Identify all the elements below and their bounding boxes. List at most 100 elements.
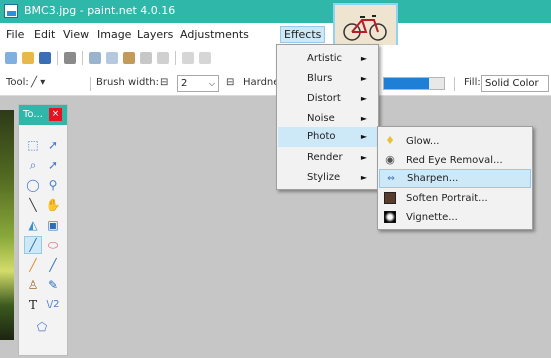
menu-file[interactable]: File [3,26,27,43]
tools-window-header[interactable]: To... × [19,105,67,125]
zoom-icon[interactable]: ⚲ [44,176,62,194]
menu-view[interactable]: View [60,26,92,43]
menu-adjustments[interactable]: Adjustments [177,26,252,43]
menu-item-label: Sharpen... [407,173,459,184]
options-separator [90,77,91,91]
menu-layers[interactable]: Layers [134,26,176,43]
submenu-arrow-icon: ► [360,114,367,123]
menu-item-label: Vignette... [406,212,458,223]
ellipse-select-icon[interactable]: ◯ [24,176,42,194]
submenu-arrow-icon: ► [360,132,367,141]
print-icon[interactable] [64,52,76,64]
save-icon[interactable] [39,52,51,64]
title-bar: BMC3.jpg - paint.net 4.0.16 [0,0,551,23]
pan-icon[interactable]: ✋ [44,196,62,214]
menu-item-label: Render [307,152,343,163]
undo-icon[interactable] [182,52,194,64]
image-thumbnail[interactable] [333,3,398,47]
submenu-arrow-icon: ► [360,54,367,63]
recolor-icon[interactable]: ✎ [44,276,62,294]
line-curve-icon[interactable]: \/2 [44,296,62,314]
tools-window: To... × ⬚ ➚ ⌕ ➚ ◯ ⚲ ╲ ✋ ◭ ▣ ╱ ⬭ ╱ ╱ ♙ ✎ … [18,104,68,356]
hardness-decrease-icon[interactable]: ⊟ [226,77,234,88]
menu-item-label: Stylize [307,172,341,183]
fill-label: Fill: [464,77,481,88]
app-icon [4,4,18,18]
vignette-icon [384,211,396,223]
effects-stylize[interactable]: Stylize ► [278,168,377,188]
move-selected-icon[interactable]: ➚ [44,156,62,174]
photo-glow[interactable]: ♦ Glow... [379,132,531,151]
window-title: BMC3.jpg - paint.net 4.0.16 [24,4,176,17]
shapes-icon[interactable]: ⬠ [33,318,51,336]
clone-stamp-icon[interactable]: ♙ [24,276,42,294]
toolbar-separator [57,51,58,65]
brush-width-field[interactable]: 2 ⌵ [177,75,219,92]
menu-item-label: Soften Portrait... [406,193,488,204]
paintbrush-icon[interactable]: ╱ [24,236,42,254]
menu-item-label: Glow... [406,136,440,147]
menu-item-label: Blurs [307,73,333,84]
open-icon[interactable] [22,52,34,64]
tools-window-title: To... [23,109,43,120]
text-icon[interactable]: T [24,296,42,314]
paste-icon[interactable] [123,52,135,64]
menu-image[interactable]: Image [94,26,134,43]
close-icon[interactable]: × [49,108,62,121]
lightbulb-icon: ♦ [385,134,395,147]
submenu-arrow-icon: ► [360,173,367,182]
pencil-icon[interactable]: ╱ [24,256,42,274]
effects-menu: Artistic ► Blurs ► Distort ► Noise ► Photo ► … [276,44,379,190]
hardness-label: Hardne [243,77,280,88]
photo-vignette[interactable]: Vignette... [379,208,531,227]
options-separator [454,77,455,91]
toolbar-separator [175,51,176,65]
copy-icon[interactable] [106,52,118,64]
deselect-icon[interactable] [157,52,169,64]
hardness-slider-fill [384,78,429,89]
effects-artistic[interactable]: Artistic ► [278,49,377,69]
chevron-down-icon: ⌵ [208,79,215,88]
move-selection-icon[interactable]: ➚ [44,136,62,154]
eraser-icon[interactable]: ⬭ [44,236,62,254]
effects-render[interactable]: Render ► [278,148,377,168]
effects-photo[interactable]: Photo ► [278,127,377,147]
brush-width-decrease-icon[interactable]: ⊟ [160,77,168,88]
lasso-select-icon[interactable]: ⌕ [24,156,42,174]
menu-item-label: Red Eye Removal... [406,155,503,166]
color-picker-icon[interactable]: ╱ [44,256,62,274]
menu-effects[interactable]: Effects [280,26,326,43]
menu-item-label: Photo [307,131,336,142]
gradient-icon[interactable]: ▣ [44,216,62,234]
submenu-arrow-icon: ► [360,94,367,103]
photo-red-eye-removal[interactable]: ◉ Red Eye Removal... [379,151,531,170]
bicycle-thumbnail-image [338,8,394,44]
redo-icon[interactable] [199,52,211,64]
rectangle-select-icon[interactable]: ⬚ [24,136,42,154]
hardness-slider[interactable] [383,77,445,90]
menu-item-label: Noise [307,113,335,124]
tool-label: Tool: [6,77,29,88]
submenu-arrow-icon: ► [360,153,367,162]
menu-item-label: Distort [307,93,341,104]
sharpen-icon: ⇔ [387,174,395,184]
cut-icon[interactable] [89,52,101,64]
toolbar-separator [82,51,83,65]
paint-bucket-icon[interactable]: ◭ [24,216,42,234]
magic-wand-icon[interactable]: ╲ [24,196,42,214]
menu-edit[interactable]: Edit [31,26,58,43]
effects-blurs[interactable]: Blurs ► [278,69,377,89]
photo-sharpen[interactable]: ⇔ Sharpen... [379,169,531,188]
menu-item-label: Artistic [307,53,343,64]
photo-soften-portrait[interactable]: Soften Portrait... [379,189,531,208]
effects-noise[interactable]: Noise ► [278,109,377,129]
brush-width-value: 2 [181,78,188,89]
portrait-icon [384,192,396,204]
effects-distort[interactable]: Distort ► [278,89,377,109]
menu-bar: File Edit View Image Layers Adjustments … [0,23,551,45]
tool-selector[interactable]: ╱ ▾ [31,77,45,88]
fill-mode-dropdown[interactable]: Solid Color [481,75,549,92]
submenu-arrow-icon: ► [360,74,367,83]
new-image-icon[interactable] [5,52,17,64]
crop-icon[interactable] [140,52,152,64]
